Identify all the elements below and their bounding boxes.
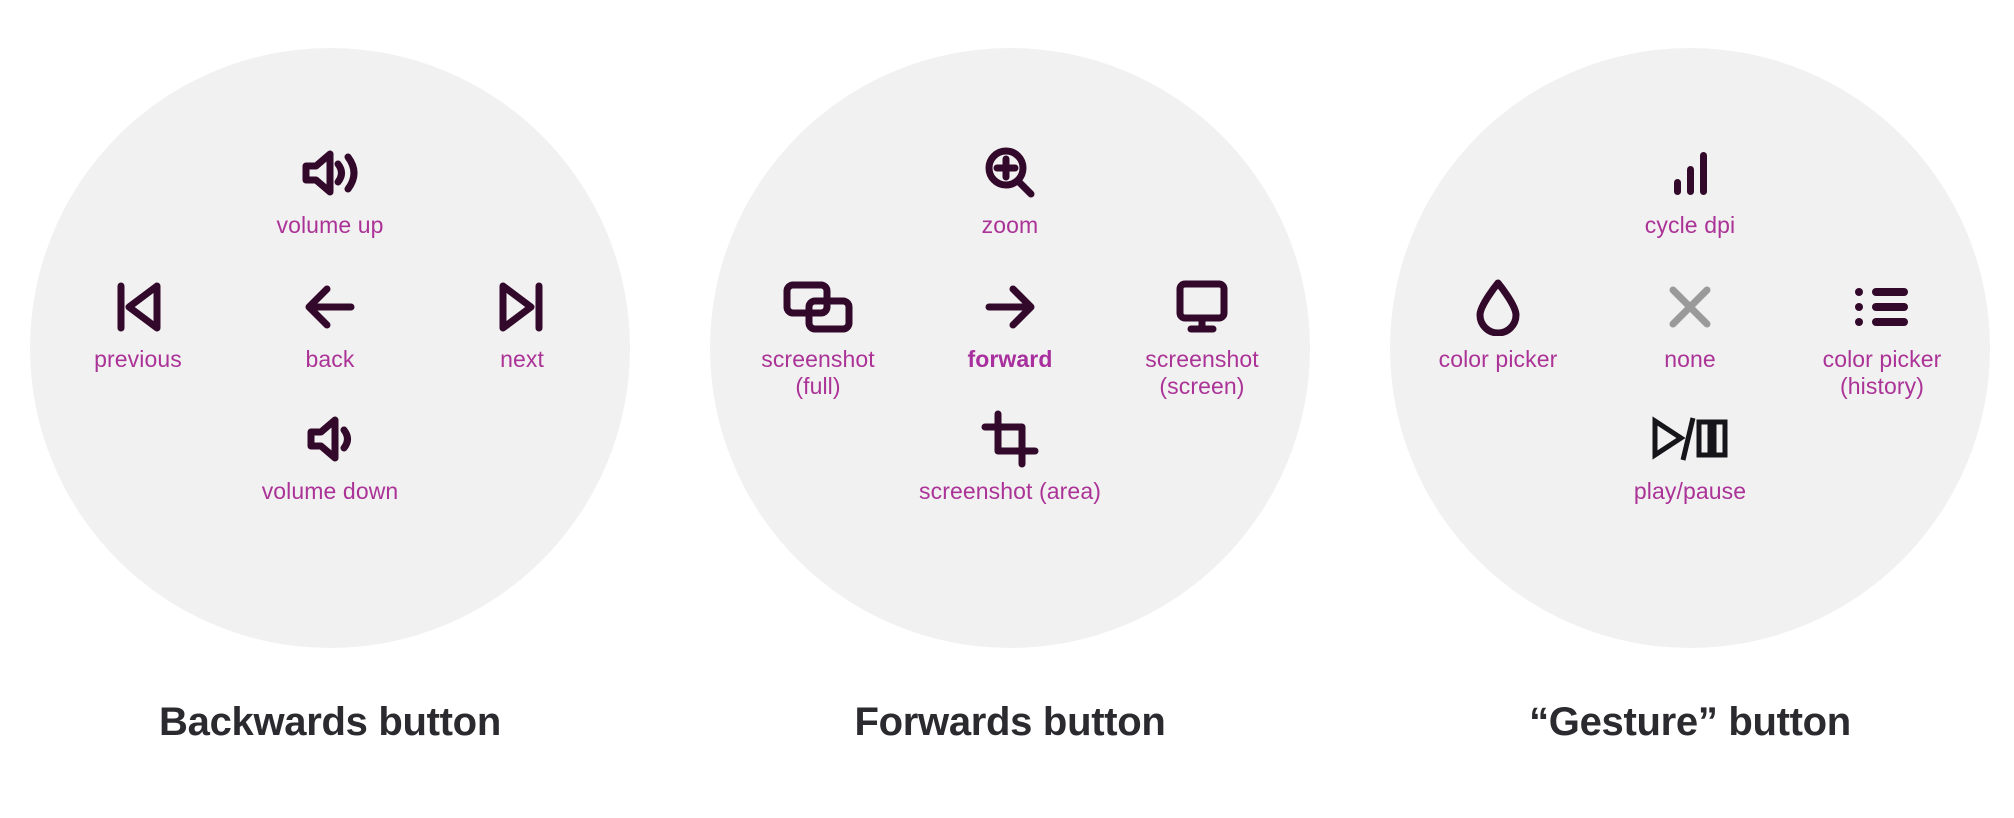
- disc-gesture: cycle dpi color picker none color picker…: [1390, 48, 1990, 648]
- list-bullets-icon: [1852, 276, 1912, 338]
- group-title: Backwards button: [159, 700, 501, 744]
- action-volume-down[interactable]: volume down: [200, 408, 460, 505]
- action-label: back: [305, 346, 355, 372]
- action-cycle-dpi[interactable]: cycle dpi: [1560, 142, 1820, 239]
- group-title: Forwards button: [854, 700, 1166, 744]
- skip-next-icon: [495, 276, 549, 338]
- button-mapping-diagram: volume up previous back next volume down…: [0, 0, 2014, 818]
- action-screenshot-area[interactable]: screenshot (area): [880, 408, 1140, 505]
- action-label: screenshot (area): [919, 478, 1101, 504]
- action-label: screenshot (screen): [1145, 346, 1259, 399]
- action-screenshot-screen[interactable]: screenshot (screen): [1072, 276, 1332, 400]
- action-label: volume down: [261, 478, 399, 504]
- action-label: color picker (history): [1822, 346, 1942, 399]
- action-play-pause[interactable]: play/pause: [1560, 408, 1820, 505]
- action-volume-up[interactable]: volume up: [200, 142, 460, 239]
- action-next[interactable]: next: [392, 276, 652, 373]
- group-backwards-button: volume up previous back next volume down…: [20, 0, 640, 818]
- volume-down-icon: [305, 408, 355, 470]
- skip-previous-icon: [111, 276, 165, 338]
- droplet-icon: [1473, 276, 1523, 338]
- volume-up-icon: [300, 142, 360, 204]
- close-x-icon: [1664, 276, 1716, 338]
- action-color-picker-history[interactable]: color picker (history): [1752, 276, 2012, 400]
- arrow-left-icon: [301, 276, 359, 338]
- group-gesture-button: cycle dpi color picker none color picker…: [1380, 0, 2000, 818]
- action-label: color picker: [1438, 346, 1558, 372]
- action-label: volume up: [276, 212, 384, 238]
- action-label: cycle dpi: [1644, 212, 1736, 238]
- play-pause-icon: [1648, 408, 1732, 470]
- action-zoom[interactable]: zoom: [880, 142, 1140, 239]
- arrow-right-icon: [981, 276, 1039, 338]
- group-title: “Gesture” button: [1529, 700, 1851, 744]
- action-label: play/pause: [1633, 478, 1747, 504]
- disc-forwards: zoom screenshot (full) forward screensho…: [710, 48, 1310, 648]
- signal-bars-icon: [1666, 142, 1714, 204]
- action-label: forward: [967, 346, 1053, 372]
- magnifier-plus-icon: [982, 142, 1038, 204]
- action-label: screenshot (full): [761, 346, 875, 399]
- action-label: next: [500, 346, 544, 372]
- crop-icon: [981, 408, 1039, 470]
- disc-backwards: volume up previous back next volume down: [30, 48, 630, 648]
- monitor-icon: [1172, 276, 1232, 338]
- action-label: previous: [94, 346, 182, 372]
- group-forwards-button: zoom screenshot (full) forward screensho…: [700, 0, 1320, 818]
- action-label: none: [1664, 346, 1716, 372]
- windows-stack-icon: [782, 276, 854, 338]
- action-label: zoom: [981, 212, 1039, 238]
